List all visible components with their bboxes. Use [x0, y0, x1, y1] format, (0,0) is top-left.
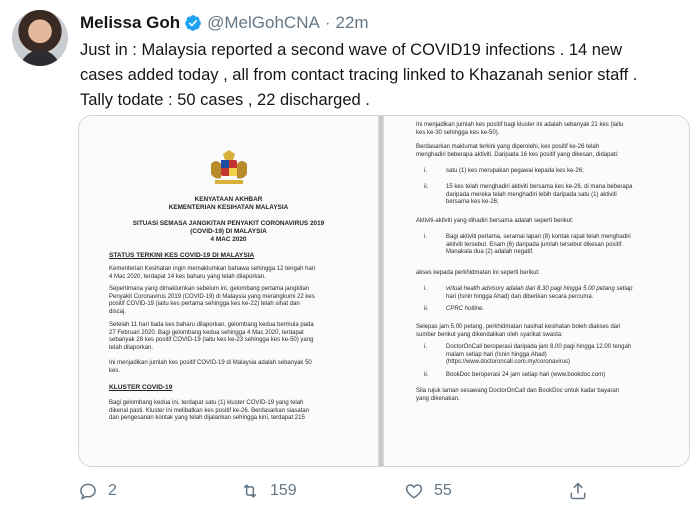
- doc-paragraph: Berdasarkan maklumat terkini yang dipero…: [416, 144, 619, 158]
- doc-list-item: DoctorOnCall beroperasi daripada jam 8.0…: [446, 344, 632, 366]
- display-name[interactable]: Melissa Goh: [80, 13, 180, 33]
- doc-subheader: SITUASI SEMASA JANGKITAN PENYAKIT CORONA…: [79, 220, 378, 244]
- tweet-header: Melissa Goh @MelGohCNA · 22m: [80, 12, 369, 34]
- doc-list-item: CPRC hotline.: [446, 306, 485, 312]
- doc-paragraph: Bagi gelombang kedua ini, terdapat satu …: [109, 400, 310, 422]
- list-number: i.: [424, 286, 427, 292]
- document-page-right: Ini menjadikan jumlah kes positif bagi k…: [384, 116, 689, 466]
- like-button[interactable]: 55: [404, 480, 452, 502]
- document-page-left: KENYATAAN AKHBAR KEMENTERIAN KESIHATAN M…: [79, 116, 378, 466]
- verified-badge-icon: [185, 15, 202, 31]
- tweet-text-line: Tally todate : 50 cases , 22 discharged …: [80, 91, 370, 109]
- doc-header-line: KEMENTERIAN KESIHATAN MALAYSIA: [168, 204, 289, 211]
- tweet-text-line: cases added today , all from contact tra…: [80, 66, 638, 84]
- doc-subheader-line: 4 MAC 2020: [210, 236, 247, 243]
- avatar-shoulders: [20, 50, 60, 66]
- separator-dot: ·: [324, 13, 331, 32]
- retweet-count: 159: [270, 482, 297, 499]
- doc-paragraph: Setelah 11 hari tiada kes baharu dilapor…: [109, 322, 314, 351]
- doc-header: KENYATAAN AKHBAR KEMENTERIAN KESIHATAN M…: [79, 196, 378, 212]
- timestamp[interactable]: 22m: [336, 13, 369, 33]
- doc-header-line: KENYATAAN AKHBAR: [194, 196, 263, 203]
- doc-list-item: BookDoc beroperasi 24 jam setiap hari (w…: [446, 372, 606, 378]
- tweet-action-bar: 2 159 55: [78, 480, 690, 502]
- reply-icon: [80, 483, 96, 501]
- like-count: 55: [434, 482, 452, 499]
- list-number: i.: [424, 234, 427, 240]
- reply-count: 2: [108, 482, 117, 499]
- coat-of-arms-icon: [211, 150, 247, 184]
- doc-paragraph: Ini menjadikan jumlah kes positif bagi k…: [416, 122, 624, 136]
- doc-subheader-line: (COVID-19) DI MALAYSIA: [190, 228, 267, 235]
- tweet-media-image[interactable]: KENYATAAN AKHBAR KEMENTERIAN KESIHATAN M…: [78, 115, 690, 467]
- share-button[interactable]: [568, 480, 588, 502]
- doc-paragraph: akses kepada perkhidmatan ini seperti be…: [416, 270, 540, 276]
- doc-list-item: virtual health advisory adalah dari 8.30…: [446, 286, 633, 300]
- user-handle[interactable]: @MelGohCNA: [207, 13, 320, 33]
- retweet-button[interactable]: 159: [240, 480, 297, 502]
- doc-section-title: KLUSTER COVID-19: [109, 384, 173, 391]
- list-number: ii.: [424, 372, 429, 378]
- doc-paragraph: Ini menjadikan jumlah kes positif COVID-…: [109, 360, 312, 374]
- doc-subheader-line: SITUASI SEMASA JANGKITAN PENYAKIT CORONA…: [132, 220, 325, 227]
- share-icon: [570, 482, 586, 500]
- tweet-text: Just in : Malaysia reported a second wav…: [80, 38, 692, 113]
- like-icon: [405, 484, 423, 499]
- reply-button[interactable]: 2: [78, 480, 117, 502]
- list-number: ii.: [424, 184, 429, 190]
- list-number: i.: [424, 168, 427, 174]
- doc-section-title: STATUS TERKINI KES COVID-19 DI MALAYSIA: [109, 252, 255, 259]
- doc-paragraph: Sepertimana yang dimaklumkan sebelum ini…: [109, 286, 315, 315]
- tweet-text-line: Just in : Malaysia reported a second wav…: [80, 41, 623, 59]
- doc-list-item: 15 kes telah menghadiri aktiviti bersama…: [446, 184, 633, 206]
- doc-list-item: satu (1) kes merupakan pegawai kepada ke…: [446, 168, 584, 174]
- doc-paragraph: Kementerian Kesihatan ingin memaklumkan …: [109, 266, 316, 280]
- list-number: ii.: [424, 306, 429, 312]
- doc-paragraph: Sila rujuk laman sesawang DoctorOnCall d…: [416, 388, 620, 402]
- avatar[interactable]: [12, 10, 68, 66]
- doc-paragraph: Aktiviti-aktiviti yang dihadiri bersama …: [416, 218, 574, 224]
- list-number: i.: [424, 344, 427, 350]
- doc-list-item: Bagi aktiviti pertama, seramai lapan (8)…: [446, 234, 631, 256]
- doc-paragraph: Selepas jam 5.00 petang, perkhidmatan na…: [416, 324, 621, 338]
- retweet-icon: [243, 484, 257, 498]
